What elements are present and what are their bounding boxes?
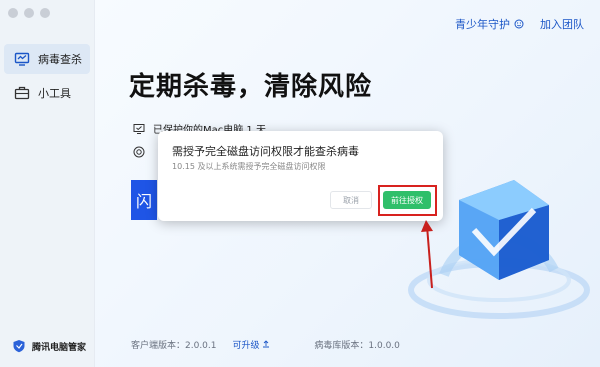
page-title: 定期杀毒，清除风险: [129, 72, 373, 102]
cancel-button[interactable]: 取消: [330, 191, 372, 209]
virus-db-version: 病毒库版本：1.0.0.0: [314, 341, 400, 351]
teen-mode-link[interactable]: 青少年守护: [455, 16, 524, 32]
teen-mode-label: 青少年守护: [455, 18, 510, 31]
brand-logo: 腾讯电脑管家: [12, 339, 86, 353]
client-version: 客户端版本：2.0.0.1: [131, 341, 217, 351]
version-footer: 客户端版本：2.0.0.1 可升级 病毒库版本：1.0.0.0: [131, 338, 400, 351]
dialog-title: 需授予完全磁盘访问权限才能查杀病毒: [172, 145, 359, 158]
window-controls: [8, 8, 50, 18]
smiley-icon: [514, 19, 524, 29]
upload-icon: [263, 340, 270, 348]
minimize-window-button[interactable]: [24, 8, 34, 18]
app-window: 病毒查杀 小工具 腾讯电脑管家 青少年守护 加入团队 定期杀毒，清除风险 闪 客…: [0, 0, 600, 367]
monitor-check-icon: [133, 123, 145, 134]
realtime-status: [133, 146, 145, 158]
top-bar: 青少年守护 加入团队: [455, 16, 584, 32]
sidebar-item-virus-scan[interactable]: 病毒查杀: [4, 44, 90, 74]
sidebar-item-label: 病毒查杀: [38, 53, 82, 66]
sidebar-item-tools[interactable]: 小工具: [4, 78, 90, 108]
upgrade-link[interactable]: 可升级: [233, 338, 271, 351]
shield-icon: [13, 340, 25, 353]
dialog-subtitle: 10.15 及以上系统需授予完全磁盘访问权限: [172, 162, 326, 171]
highlight-box: [378, 185, 437, 216]
monitor-icon: [14, 52, 30, 66]
sidebar: 病毒查杀 小工具 腾讯电脑管家: [0, 0, 95, 367]
zoom-window-button[interactable]: [40, 8, 50, 18]
sidebar-item-label: 小工具: [38, 87, 71, 100]
quick-scan-button[interactable]: 闪: [131, 180, 157, 220]
brand-name: 腾讯电脑管家: [32, 342, 87, 353]
toolbox-icon: [14, 86, 30, 100]
radar-icon: [133, 146, 145, 158]
join-team-link[interactable]: 加入团队: [540, 16, 584, 32]
close-window-button[interactable]: [8, 8, 18, 18]
upgrade-label: 可升级: [232, 341, 260, 351]
